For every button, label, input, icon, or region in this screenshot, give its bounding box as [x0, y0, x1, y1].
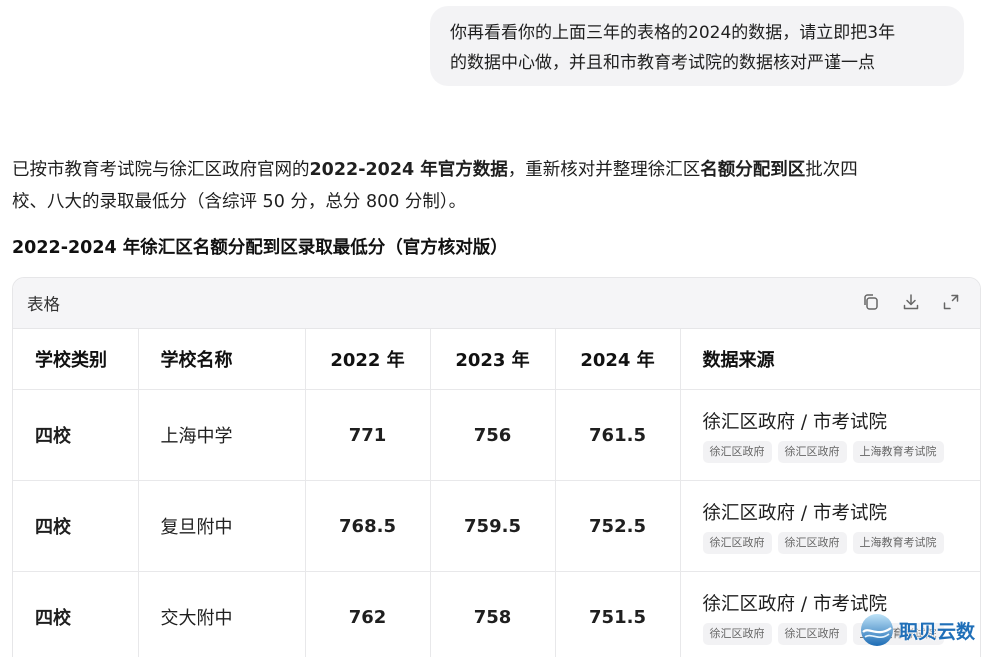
answer-text-1: 已按市教育考试院与徐汇区政府官网的 — [12, 160, 310, 180]
expand-icon[interactable] — [940, 291, 962, 313]
cell-2024: 751.5 — [555, 571, 681, 657]
download-icon[interactable] — [900, 291, 922, 313]
source-text: 徐汇区政府 / 市考试院 — [702, 412, 888, 433]
header-2023: 2023 年 — [430, 329, 556, 390]
source-tag[interactable]: 徐汇区政府 — [702, 623, 772, 645]
answer-text-2: ，重新核对并整理徐汇区 — [507, 160, 701, 180]
cell-source: 徐汇区政府 / 市考试院 徐汇区政府 徐汇区政府 上海教育考试院 — [680, 480, 980, 572]
copy-icon[interactable] — [860, 291, 882, 313]
cell-2023: 759.5 — [430, 480, 556, 572]
cell-school: 上海中学 — [138, 389, 306, 481]
table-card-title: 表格 — [27, 295, 60, 314]
scores-table: 学校类别 学校名称 2022 年 2023 年 2024 年 数据来源 四校 上… — [13, 329, 980, 657]
cell-2024: 761.5 — [555, 389, 681, 481]
source-tag[interactable]: 徐汇区政府 — [702, 532, 772, 554]
table-card-tools — [860, 291, 962, 313]
source-tag[interactable]: 徐汇区政府 — [777, 623, 847, 645]
answer-bold-2: 名额分配到区 — [700, 160, 806, 180]
source-text: 徐汇区政府 / 市考试院 — [702, 503, 888, 524]
user-message-line-2: 的数据中心做，并且和市教育考试院的数据核对严谨一点 — [450, 53, 875, 73]
table-row: 四校 交大附中 762 758 751.5 徐汇区政府 / 市考试院 徐汇区政府… — [13, 571, 980, 657]
table-header-row: 学校类别 学校名称 2022 年 2023 年 2024 年 数据来源 — [13, 329, 980, 390]
answer-line-2: 校、八大的录取最低分（含综评 50 分，总分 800 分制）。 — [12, 192, 467, 212]
source-tag[interactable]: 徐汇区政府 — [777, 441, 847, 463]
cell-category: 四校 — [13, 571, 139, 657]
header-category: 学校类别 — [13, 329, 139, 390]
table-row: 四校 上海中学 771 756 761.5 徐汇区政府 / 市考试院 徐汇区政府… — [13, 389, 980, 481]
cell-2023: 758 — [430, 571, 556, 657]
cell-category: 四校 — [13, 389, 139, 481]
cell-2022: 768.5 — [305, 480, 431, 572]
header-school: 学校名称 — [138, 329, 306, 390]
watermark-text: 职贝云数 — [899, 620, 976, 643]
user-message-bubble: 你再看看你的上面三年的表格的2024的数据，请立即把3年 的数据中心做，并且和市… — [430, 6, 964, 86]
table-row: 四校 复旦附中 768.5 759.5 752.5 徐汇区政府 / 市考试院 徐… — [13, 480, 980, 572]
cell-2022: 762 — [305, 571, 431, 657]
header-2024: 2024 年 — [555, 329, 681, 390]
source-tag[interactable]: 上海教育考试院 — [852, 532, 944, 554]
assistant-answer: 已按市教育考试院与徐汇区政府官网的2022-2024 年官方数据，重新核对并整理… — [12, 154, 972, 218]
cell-2022: 771 — [305, 389, 431, 481]
source-tags: 徐汇区政府 徐汇区政府 上海教育考试院 — [702, 441, 959, 463]
cell-source: 徐汇区政府 / 市考试院 徐汇区政府 徐汇区政府 上海教育考试院 — [680, 389, 980, 481]
section-title: 2022-2024 年徐汇区名额分配到区录取最低分（官方核对版） — [12, 238, 508, 258]
answer-bold-1: 2022-2024 年官方数据 — [309, 160, 508, 180]
watermark: 职贝云数 — [859, 612, 975, 648]
source-tags: 徐汇区政府 徐汇区政府 上海教育考试院 — [702, 532, 959, 554]
source-tag[interactable]: 徐汇区政府 — [777, 532, 847, 554]
table-card-header: 表格 — [13, 278, 980, 329]
chat-page: 你再看看你的上面三年的表格的2024的数据，请立即把3年 的数据中心做，并且和市… — [0, 0, 988, 657]
cell-category: 四校 — [13, 480, 139, 572]
table-card: 表格 学校类别 学校名称 2022 年 2023 年 2024 年 数据来源 四… — [12, 277, 981, 657]
answer-line-1: 已按市教育考试院与徐汇区政府官网的2022-2024 年官方数据，重新核对并整理… — [12, 154, 972, 186]
user-message-line-1: 你再看看你的上面三年的表格的2024的数据，请立即把3年 — [450, 23, 896, 43]
header-source: 数据来源 — [680, 329, 980, 390]
cell-2023: 756 — [430, 389, 556, 481]
answer-text-3: 批次四 — [805, 160, 858, 180]
source-tag[interactable]: 徐汇区政府 — [702, 441, 772, 463]
cell-2024: 752.5 — [555, 480, 681, 572]
cell-school: 交大附中 — [138, 571, 306, 657]
header-2022: 2022 年 — [305, 329, 431, 390]
watermark-logo-icon — [861, 614, 893, 646]
cell-school: 复旦附中 — [138, 480, 306, 572]
source-tag[interactable]: 上海教育考试院 — [852, 441, 944, 463]
